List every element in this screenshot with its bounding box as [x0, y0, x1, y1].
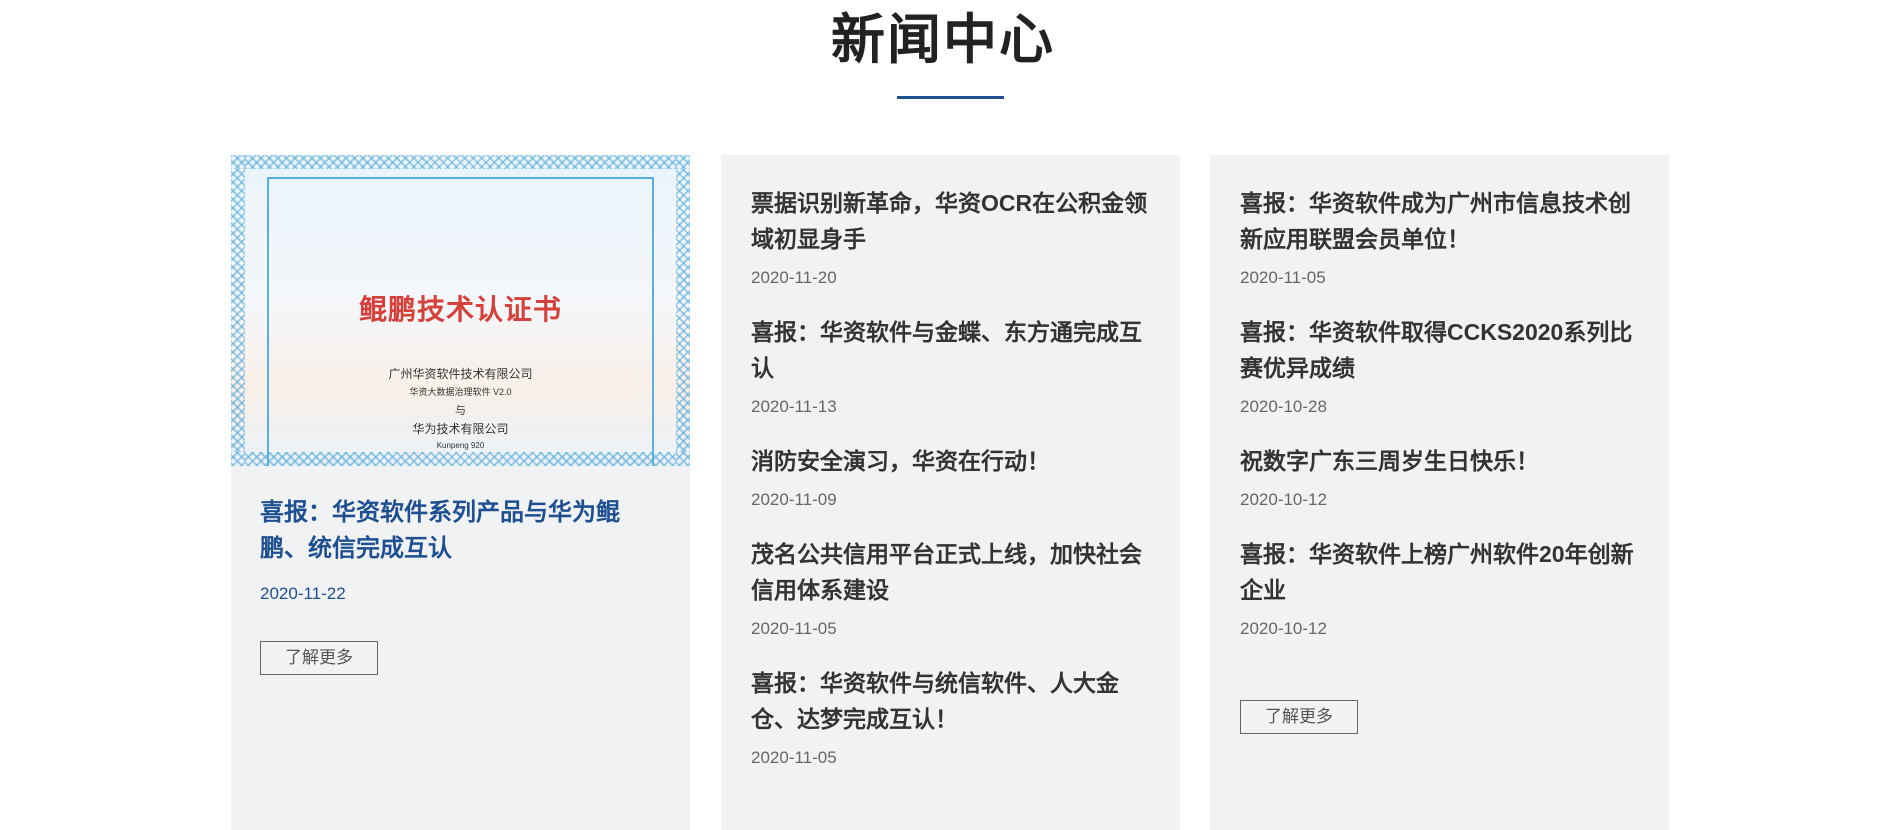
featured-more-button[interactable]: 了解更多: [260, 641, 378, 675]
news-item-date: 2020-10-28: [1240, 397, 1327, 416]
news-item-date: 2020-11-05: [1240, 268, 1326, 287]
title-underline: [897, 96, 1004, 99]
news-item[interactable]: 喜报：华资软件上榜广州软件20年创新企业 2020-10-12: [1240, 536, 1640, 639]
news-item-title[interactable]: 茂名公共信用平台正式上线，加快社会信用体系建设: [751, 536, 1151, 608]
news-item-date: 2020-10-12: [1240, 490, 1327, 509]
news-item[interactable]: 喜报：华资软件取得CCKS2020系列比赛优异成绩 2020-10-28: [1240, 314, 1640, 417]
news-item[interactable]: 喜报：华资软件成为广州市信息技术创新应用联盟会员单位！ 2020-11-05: [1240, 185, 1640, 288]
news-list-card-3: 喜报：华资软件成为广州市信息技术创新应用联盟会员单位！ 2020-11-05 喜…: [1210, 155, 1669, 830]
news-item-title[interactable]: 票据识别新革命，华资OCR在公积金领域初显身手: [751, 185, 1151, 257]
news-item-title[interactable]: 消防安全演习，华资在行动！: [751, 443, 1151, 479]
featured-news-date: 2020-11-22: [260, 584, 346, 603]
news-item[interactable]: 祝数字广东三周岁生日快乐！ 2020-10-12: [1240, 443, 1640, 510]
news-item-title[interactable]: 喜报：华资软件与金蝶、东方通完成互认: [751, 314, 1151, 386]
featured-news-title[interactable]: 喜报：华资软件系列产品与华为鲲鹏、统信完成互认: [260, 495, 640, 567]
certificate-title: 鲲鹏技术认证书: [358, 294, 562, 325]
news-item[interactable]: 茂名公共信用平台正式上线，加快社会信用体系建设 2020-11-05: [751, 536, 1151, 639]
news-item-date: 2020-11-20: [751, 268, 837, 287]
news-list: 票据识别新革命，华资OCR在公积金领域初显身手 2020-11-20 喜报：华资…: [751, 185, 1151, 794]
news-item-title[interactable]: 喜报：华资软件与统信软件、人大金仓、达梦完成互认！: [751, 665, 1151, 737]
news-item[interactable]: 消防安全演习，华资在行动！ 2020-11-09: [751, 443, 1151, 510]
news-item[interactable]: 票据识别新革命，华资OCR在公积金领域初显身手 2020-11-20: [751, 185, 1151, 288]
certificate-platform: Kunpeng 920: [436, 441, 485, 450]
news-item-title[interactable]: 喜报：华资软件上榜广州软件20年创新企业: [1240, 536, 1640, 608]
news-item-title[interactable]: 喜报：华资软件成为广州市信息技术创新应用联盟会员单位！: [1240, 185, 1640, 257]
news-list-card-2: 票据识别新革命，华资OCR在公积金领域初显身手 2020-11-20 喜报：华资…: [721, 155, 1180, 830]
news-item-title[interactable]: 祝数字广东三周岁生日快乐！: [1240, 443, 1640, 479]
news-item-title[interactable]: 喜报：华资软件取得CCKS2020系列比赛优异成绩: [1240, 314, 1640, 386]
news-item[interactable]: 喜报：华资软件与统信软件、人大金仓、达梦完成互认！ 2020-11-05: [751, 665, 1151, 768]
certificate-conjunction: 与: [455, 405, 466, 417]
certificate-image[interactable]: 鲲鹏技术认证书 广州华资软件技术有限公司 华资大数据治理软件 V2.0 与 华为…: [231, 155, 690, 466]
news-item[interactable]: 喜报：华资软件与金蝶、东方通完成互认 2020-11-13: [751, 314, 1151, 417]
certificate-partner: 华为技术有限公司: [412, 422, 509, 436]
section-title: 新闻中心: [831, 10, 1055, 70]
certificate-company: 广州华资软件技术有限公司: [388, 367, 533, 381]
news-item-date: 2020-11-09: [751, 490, 837, 509]
news-list: 喜报：华资软件成为广州市信息技术创新应用联盟会员单位！ 2020-11-05 喜…: [1240, 185, 1640, 665]
news-item-date: 2020-10-12: [1240, 619, 1327, 638]
news-item-date: 2020-11-05: [751, 748, 837, 767]
news-item-date: 2020-11-13: [751, 397, 837, 416]
news-more-button[interactable]: 了解更多: [1240, 700, 1358, 734]
certificate-product: 华资大数据治理软件 V2.0: [409, 387, 512, 397]
news-item-date: 2020-11-05: [751, 619, 837, 638]
featured-news-card[interactable]: 鲲鹏技术认证书 广州华资软件技术有限公司 华资大数据治理软件 V2.0 与 华为…: [231, 155, 690, 830]
